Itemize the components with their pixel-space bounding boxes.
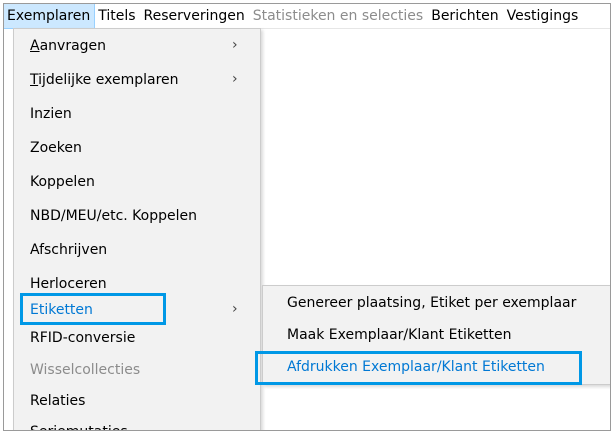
menu-item-seriemutaties[interactable]: Seriemutaties <box>14 415 260 430</box>
menu-item-relaties[interactable]: Relaties <box>14 384 260 418</box>
menu-item-label: Inzien <box>30 106 72 122</box>
exemplaren-dropdown-menu: Aanvragen › Tijdelijke exemplaren › Inzi… <box>13 28 261 430</box>
submenu-item-label: Genereer plaatsing, Etiket per exemplaar <box>287 295 577 311</box>
chevron-right-icon: › <box>232 37 238 53</box>
menu-item-label: Tijdelijke exemplaren <box>30 72 179 88</box>
menu-reserveringen[interactable]: Reserveringen <box>140 4 249 28</box>
menu-item-afschrijven[interactable]: Afschrijven <box>14 233 260 267</box>
submenu-item-label: Afdrukken Exemplaar/Klant Etiketten <box>287 359 545 375</box>
menu-vestigings[interactable]: Vestigings <box>503 4 583 28</box>
menu-item-tijdelijke-exemplaren[interactable]: Tijdelijke exemplaren › <box>14 63 260 97</box>
menu-item-label: Relaties <box>30 393 86 409</box>
menu-item-label: Afschrijven <box>30 242 108 258</box>
menu-item-label: NBD/MEU/etc. Koppelen <box>30 208 197 224</box>
submenu-item-label: Maak Exemplaar/Klant Etiketten <box>287 327 512 343</box>
menu-item-label: Koppelen <box>30 174 95 190</box>
menu-item-label: Wisselcollecties <box>30 362 141 378</box>
menu-exemplaren[interactable]: Exemplaren <box>4 4 96 29</box>
chevron-right-icon: › <box>232 71 238 87</box>
menu-item-rfid-conversie[interactable]: RFID-conversie <box>14 321 260 355</box>
menu-item-inzien[interactable]: Inzien <box>14 97 260 131</box>
menu-bar: Exemplaren Titels Reserveringen Statisti… <box>4 4 610 29</box>
menu-berichten[interactable]: Berichten <box>427 4 502 28</box>
menu-item-label: Seriemutaties <box>30 415 128 430</box>
submenu-item-maak-etiketten[interactable]: Maak Exemplaar/Klant Etiketten <box>263 319 610 351</box>
submenu-item-afdrukken-etiketten[interactable]: Afdrukken Exemplaar/Klant Etiketten <box>263 351 610 383</box>
menu-item-koppelen[interactable]: Koppelen <box>14 165 260 199</box>
menu-item-aanvragen[interactable]: Aanvragen › <box>14 29 260 63</box>
menu-item-label: RFID-conversie <box>30 330 136 346</box>
etiketten-submenu: Genereer plaatsing, Etiket per exemplaar… <box>255 285 610 385</box>
submenu-item-genereer-plaatsing[interactable]: Genereer plaatsing, Etiket per exemplaar <box>263 287 610 319</box>
menu-item-zoeken[interactable]: Zoeken <box>14 131 260 165</box>
menu-item-wisselcollecties: Wisselcollecties <box>14 353 260 387</box>
application-window: Exemplaren Titels Reserveringen Statisti… <box>3 3 611 431</box>
menu-titels[interactable]: Titels <box>94 4 139 28</box>
menu-item-nbd-meu-koppelen[interactable]: NBD/MEU/etc. Koppelen <box>14 199 260 233</box>
menu-statistieken-en-selecties: Statistieken en selecties <box>252 8 424 24</box>
menu-item-label: Aanvragen <box>30 38 107 54</box>
menu-item-label: Zoeken <box>30 140 82 156</box>
